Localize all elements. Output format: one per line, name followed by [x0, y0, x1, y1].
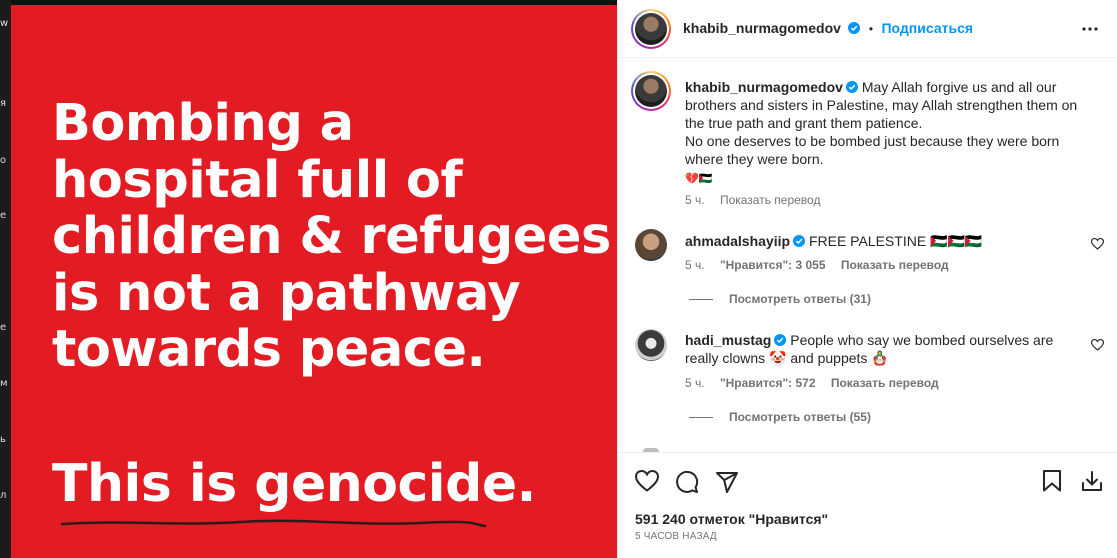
post-image[interactable]: w я о е е м ь л Bombing a hospital full …	[0, 0, 617, 558]
verified-badge-icon	[774, 334, 787, 346]
comment-like-heart-icon[interactable]	[1091, 238, 1104, 250]
comment-username[interactable]: hadi_mustag	[685, 332, 771, 348]
caption-time[interactable]: 5 ч.	[685, 193, 705, 207]
post-header: khabib_nurmagomedov • Подписаться	[618, 0, 1117, 58]
view-replies-label: Посмотреть ответы (55)	[729, 410, 871, 424]
strip-glyph: е	[0, 322, 7, 333]
comment: ahmadalshayiip FREE PALESTINE 🇵🇸🇵🇸🇵🇸	[685, 232, 1085, 250]
comment-username[interactable]: ahmadalshayiip	[685, 233, 790, 249]
verified-badge-icon	[848, 22, 861, 34]
view-replies-button[interactable]: Посмотреть ответы (55)	[689, 410, 871, 424]
comment-like-count[interactable]: "Нравится": 572	[720, 376, 816, 390]
post-actions: 591 240 отметок "Нравится" 5 ЧАСОВ НАЗАД	[618, 452, 1117, 558]
header-separator: •	[868, 22, 874, 36]
replies-line	[689, 299, 713, 301]
follow-button[interactable]: Подписаться	[881, 20, 973, 36]
comment-like-count[interactable]: "Нравится": 3 055	[720, 258, 826, 272]
comment-bubble-icon[interactable]	[675, 470, 699, 494]
comment-translate-link[interactable]: Показать перевод	[841, 258, 949, 272]
caption-meta: 5 ч. Показать перевод	[685, 193, 832, 207]
view-replies-button[interactable]: Посмотреть ответы (31)	[689, 292, 871, 306]
verified-badge-icon	[793, 235, 806, 247]
strip-glyph: я	[0, 98, 7, 109]
background-page-strip: w я о е е м ь л	[0, 0, 11, 558]
comment: hadi_mustag People who say we bombed our…	[685, 331, 1085, 367]
strip-glyph: ь	[0, 434, 6, 445]
comment-like-heart-icon[interactable]	[1091, 339, 1104, 351]
more-horizontal-icon[interactable]	[1081, 21, 1099, 37]
caption-text-2: No one deserves to be bombed just becaus…	[685, 133, 1060, 167]
share-paper-plane-icon[interactable]	[715, 470, 739, 494]
headline-line: hospital full of	[52, 150, 463, 210]
comment-time[interactable]: 5 ч.	[685, 258, 705, 272]
post-timestamp[interactable]: 5 ЧАСОВ НАЗАД	[635, 531, 717, 542]
like-heart-icon[interactable]	[635, 470, 659, 492]
replies-line	[689, 417, 713, 419]
caption-username[interactable]: khabib_nurmagomedov	[685, 79, 843, 95]
commenter-avatar[interactable]	[635, 229, 667, 261]
caption-translate-link[interactable]: Показать перевод	[720, 193, 821, 207]
headline-line: is not a pathway	[52, 263, 521, 323]
comment-meta: 5 ч. "Нравится": 3 055 Показать перевод	[685, 258, 961, 272]
save-bookmark-icon[interactable]	[1042, 470, 1062, 492]
comment-text: FREE PALESTINE 🇵🇸🇵🇸🇵🇸	[808, 233, 983, 249]
view-replies-label: Посмотреть ответы (31)	[729, 292, 871, 306]
comment-translate-link[interactable]: Показать перевод	[831, 376, 939, 390]
comment-meta: 5 ч. "Нравится": 572 Показать перевод	[685, 376, 951, 390]
headline-line: towards peace.	[52, 320, 486, 379]
strip-glyph: о	[0, 155, 7, 166]
verified-badge-icon	[845, 81, 858, 93]
likes-count[interactable]: 591 240 отметок "Нравится"	[635, 511, 828, 527]
image-tagline: This is genocide.	[52, 454, 536, 514]
comment-time[interactable]: 5 ч.	[685, 376, 705, 390]
strip-glyph: w	[0, 18, 9, 29]
commenter-avatar[interactable]	[635, 329, 667, 361]
author-avatar[interactable]	[631, 9, 671, 49]
scribble-underline	[60, 519, 487, 528]
download-icon[interactable]	[1081, 470, 1103, 492]
strip-glyph: м	[0, 378, 8, 389]
image-headline: Bombing a hospital full of children & re…	[52, 94, 612, 379]
caption-author-avatar[interactable]	[631, 71, 671, 111]
headline-line: children & refugees	[52, 207, 611, 266]
strip-glyph: л	[0, 490, 7, 501]
image-top-bar	[0, 0, 617, 5]
strip-glyph: е	[0, 210, 7, 221]
caption-emoji: 💔🇵🇸	[685, 173, 713, 185]
header-username[interactable]: khabib_nurmagomedov	[683, 20, 841, 36]
header-user-row: khabib_nurmagomedov • Подписаться	[683, 20, 973, 38]
post-side-panel: khabib_nurmagomedov • Подписаться khabib…	[617, 0, 1117, 558]
headline-line: Bombing a	[52, 94, 354, 153]
caption: khabib_nurmagomedov May Allah forgive us…	[685, 78, 1085, 188]
